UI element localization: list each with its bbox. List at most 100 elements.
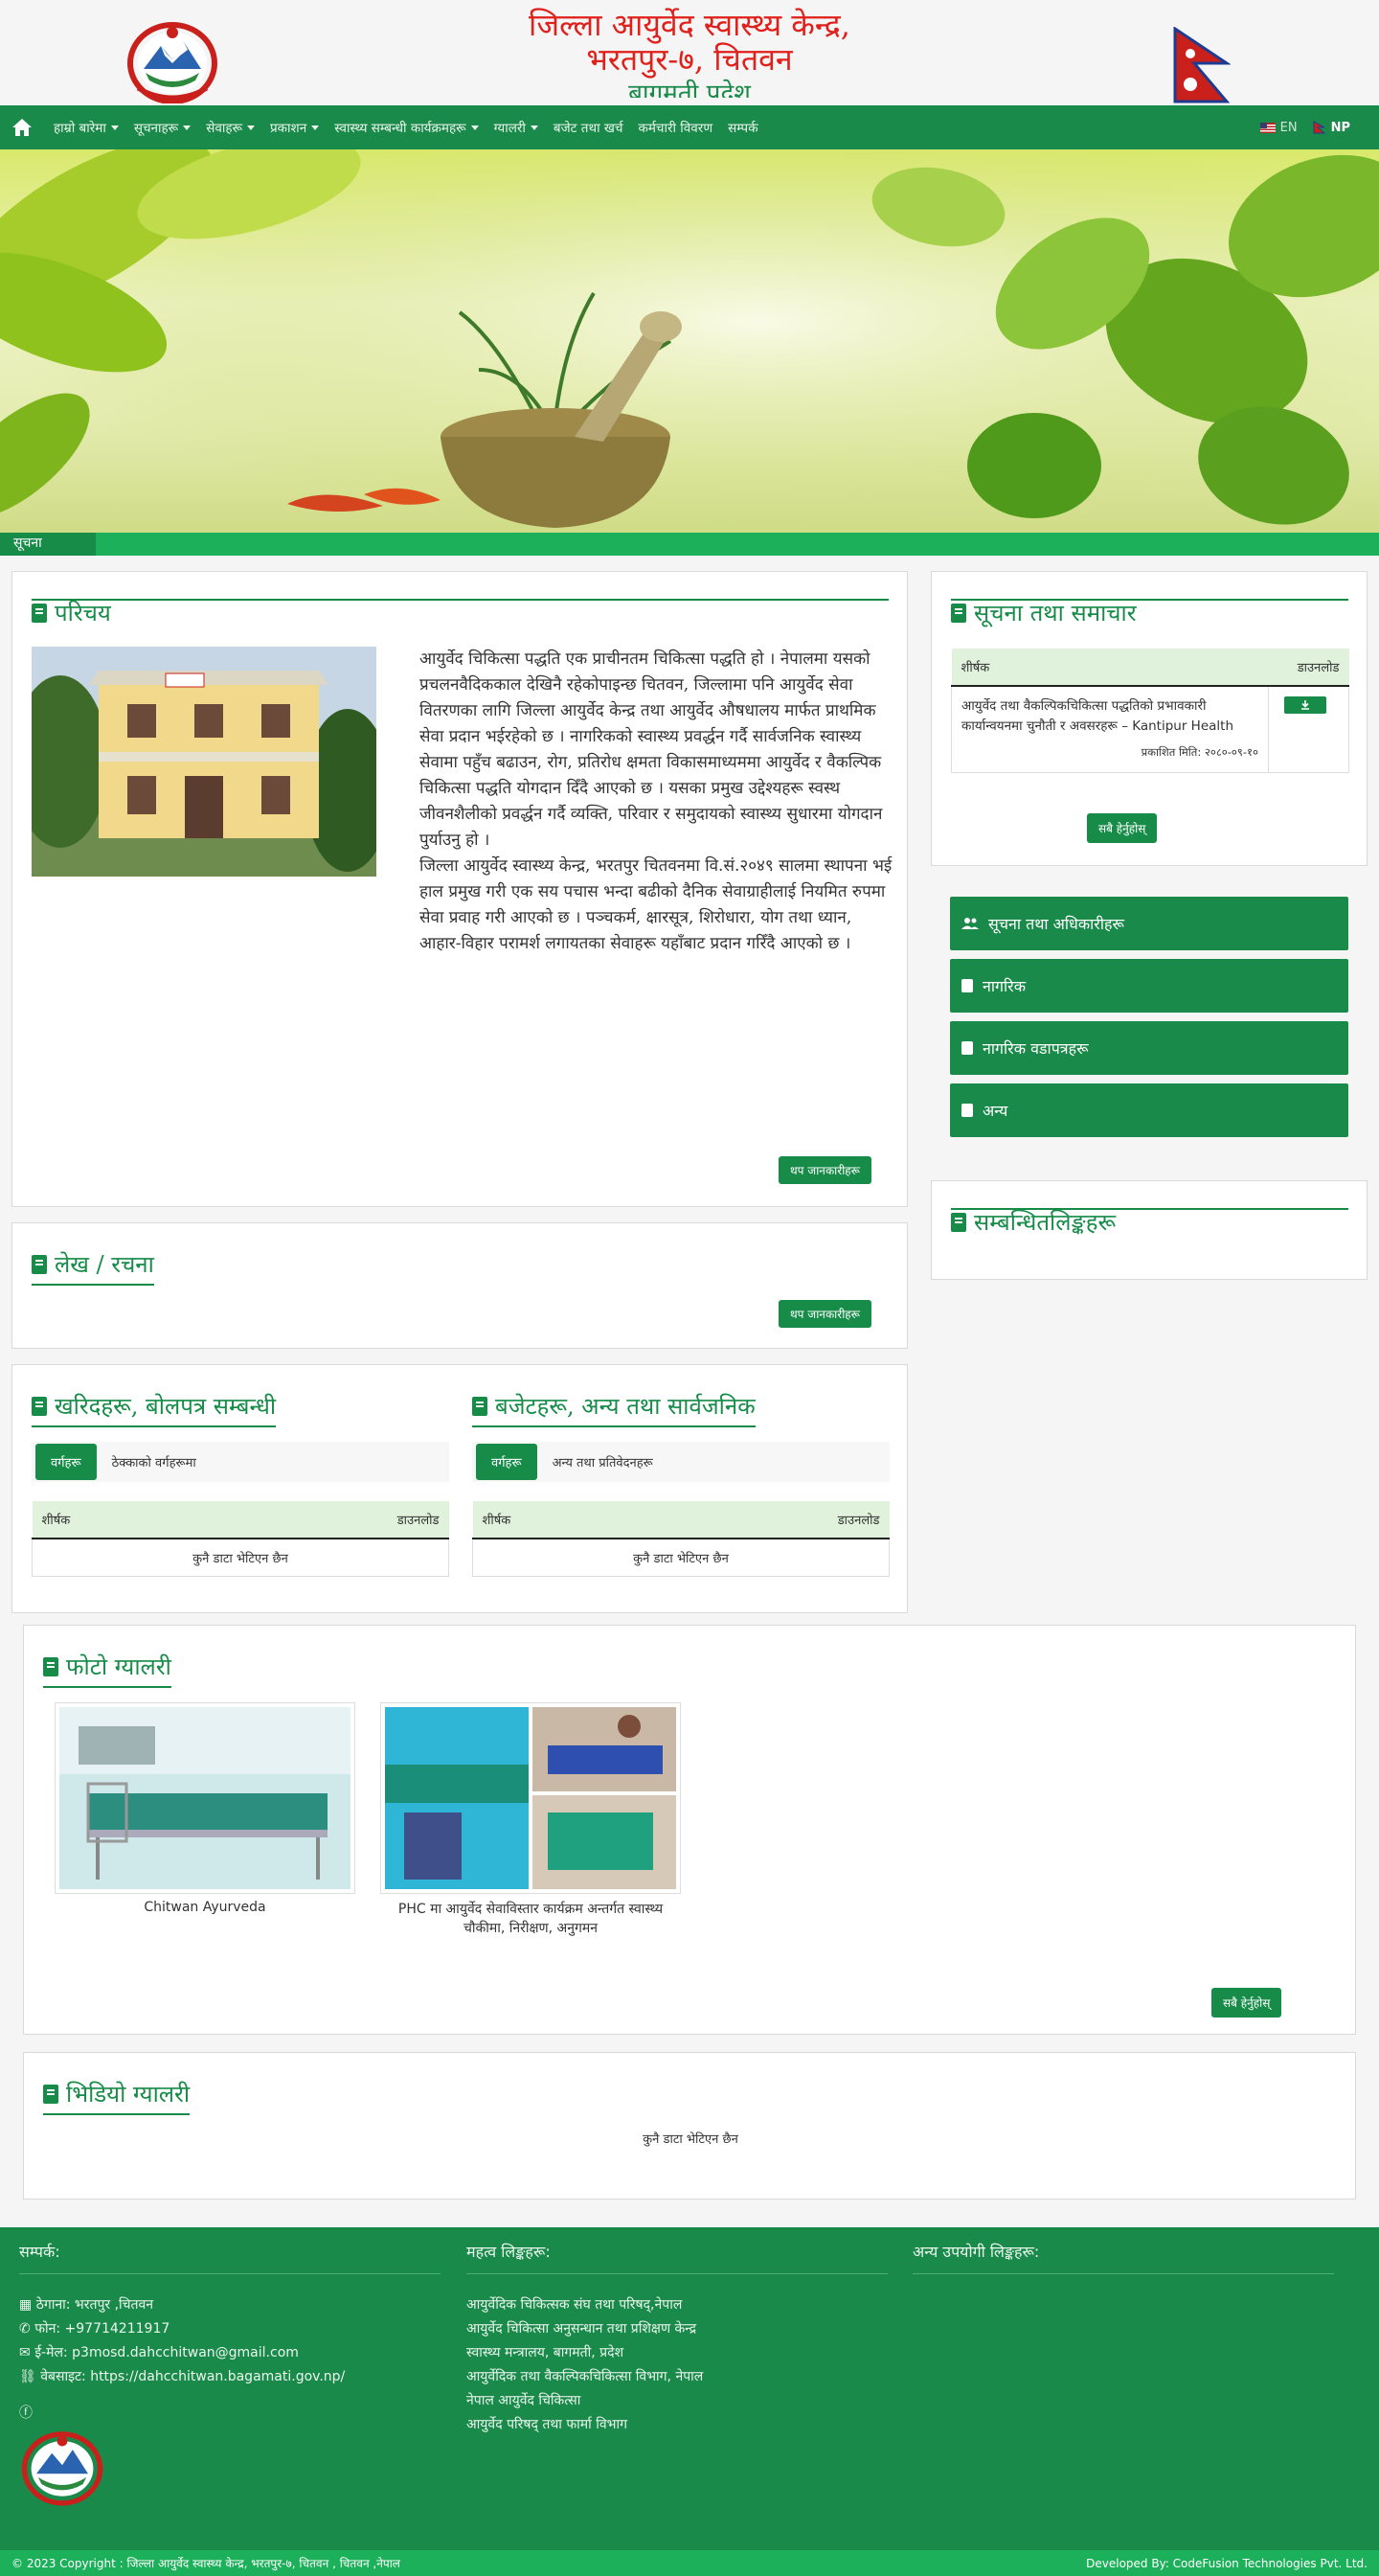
notices-card: सूचना तथा समाचार शीर्षक डाउनलोड आयुर्वेद… bbox=[931, 571, 1368, 866]
footer-contact: सम्पर्क: ▦ ठेगाना: भरतपुर ,चितवन ✆ फोन: … bbox=[19, 2241, 441, 2510]
reports-col-title: शीर्षक bbox=[482, 1514, 511, 1528]
lang-en-button[interactable]: EN bbox=[1259, 121, 1298, 135]
nav-item-staff[interactable]: कर्मचारी विवरण bbox=[630, 119, 720, 136]
envelope-icon: ✉ bbox=[19, 2345, 31, 2360]
reports-title-text: बजेटहरू, अन्य तथा सार्वजनिक bbox=[495, 1393, 756, 1420]
side-link-label: सूचना तथा अधिकारीहरू bbox=[988, 915, 1124, 933]
footer-link[interactable]: आयुर्वेद परिषद् तथा फार्मा विभाग bbox=[466, 2413, 888, 2437]
nepal-flag-small-icon bbox=[1313, 121, 1325, 134]
footer-link[interactable]: नेपाल आयुर्वेद चिकित्सा bbox=[466, 2389, 888, 2413]
footer-links: महत्व लिङ्कहरू: आयुर्वेदिक चिकित्सक संघ … bbox=[466, 2241, 888, 2437]
notice-ticker: सूचना bbox=[0, 533, 1379, 556]
footer-email[interactable]: ✉ ई-मेल: p3mosd.dahcchitwan@gmail.com bbox=[19, 2341, 441, 2365]
side-link-label: नागरिक bbox=[983, 977, 1027, 995]
side-link-citizen[interactable]: नागरिक bbox=[950, 959, 1348, 1013]
copyright-text: © 2023 Copyright : जिल्ला आयुर्वेद स्वास… bbox=[11, 2557, 400, 2570]
reports-category-button[interactable]: वर्गहरू bbox=[476, 1444, 537, 1480]
related-links-card: सम्बन्धितलिङ्कहरू bbox=[931, 1180, 1368, 1280]
side-link-officials[interactable]: सूचना तथा अधिकारीहरू bbox=[950, 897, 1348, 950]
side-link-other[interactable]: अन्य bbox=[950, 1083, 1348, 1137]
notice-row-title[interactable]: आयुर्वेद तथा वैकल्पिकचिकित्सा पद्धतिको प… bbox=[961, 696, 1258, 737]
footer-contact-title: सम्पर्क: bbox=[19, 2241, 441, 2274]
clinic-collage-photo bbox=[385, 1707, 676, 1889]
articles-title-text: लेख / रचना bbox=[55, 1251, 154, 1278]
notices-title: सूचना तथा समाचार bbox=[951, 597, 1137, 632]
footer-email-text: ई-मेल: p3mosd.dahcchitwan@gmail.com bbox=[34, 2345, 299, 2360]
developer-credit[interactable]: Developed By: CodeFusion Technologies Pv… bbox=[1086, 2557, 1368, 2570]
articles-card: लेख / रचना थप जानकारीहरू bbox=[11, 1222, 908, 1349]
gallery-photo-2[interactable] bbox=[380, 1702, 681, 1894]
nav-item-contact[interactable]: सम्पर्क bbox=[720, 119, 765, 136]
main-navbar: हाम्रो बारेमा सूचनाहरू सेवाहरू प्रकाशन स… bbox=[0, 105, 1379, 149]
nav-item-notices[interactable]: सूचनाहरू bbox=[126, 119, 198, 136]
notices-table: शीर्षक डाउनलोड आयुर्वेद तथा वैकल्पिकचिकि… bbox=[951, 649, 1349, 773]
video-gallery-card: भिडियो ग्यालरी कुनै डाटा भेटिएन छैन bbox=[23, 2052, 1356, 2200]
download-button[interactable] bbox=[1284, 696, 1326, 714]
book-icon bbox=[32, 1254, 47, 1274]
footer-links-title: महत्व लिङ्कहरू: bbox=[466, 2241, 888, 2274]
photo-gallery-card: फोटो ग्यालरी Chitwan Ayurveda PHC मा आयु… bbox=[23, 1625, 1356, 2035]
office-building-photo bbox=[32, 647, 376, 877]
footer-phone-text: फोन: +97714211917 bbox=[34, 2321, 170, 2337]
book-icon bbox=[951, 1212, 966, 1232]
site-title-line3: बागमती प्रदेश bbox=[628, 80, 751, 98]
footer-website[interactable]: ⛓ वेबसाइट: https://dahcchitwan.bagamati.… bbox=[19, 2365, 441, 2389]
about-card: परिचय आयुर्वेद चिकित्सा पद्धति एक प्राची… bbox=[11, 571, 908, 1207]
nav-item-programs[interactable]: स्वास्थ्य सम्बन्धी कार्यक्रमहरू bbox=[327, 119, 486, 136]
facebook-icon[interactable]: ⓕ bbox=[19, 2403, 441, 2422]
site-footer: सम्पर्क: ▦ ठेगाना: भरतपुर ,चितवन ✆ फोन: … bbox=[0, 2227, 1379, 2576]
book-icon bbox=[961, 1104, 973, 1117]
gallery-caption-2: PHC मा आयुर्वेद सेवाविस्तार कार्यक्रम अन… bbox=[397, 1902, 664, 1936]
footer-address: ▦ ठेगाना: भरतपुर ,चितवन bbox=[19, 2293, 441, 2317]
articles-more-button[interactable]: थप जानकारीहरू bbox=[779, 1300, 872, 1328]
main-content: परिचय आयुर्वेद चिकित्सा पद्धति एक प्राची… bbox=[0, 556, 1379, 2200]
ticker-label: सूचना bbox=[0, 533, 96, 556]
site-title-line1: जिल्ला आयुर्वेद स्वास्थ्य केन्द्र, bbox=[529, 7, 850, 43]
tenders-title: खरिदहरू, बोलपत्र सम्बन्धी bbox=[32, 1390, 277, 1427]
footer-phone: ✆ फोन: +97714211917 bbox=[19, 2317, 441, 2341]
footer-other-links: अन्य उपयोगी लिङ्कहरू: bbox=[913, 2241, 1334, 2293]
about-title-text: परिचय bbox=[55, 600, 111, 627]
notices-title-text: सूचना तथा समाचार bbox=[974, 600, 1137, 627]
table-row: आयुर्वेद तथा वैकल्पिकचिकित्सा पद्धतिको प… bbox=[951, 686, 1349, 773]
notices-col-title: शीर्षक bbox=[961, 661, 990, 675]
video-empty: कुनै डाटा भेटिएन छैन bbox=[643, 2132, 738, 2147]
related-links-title: सम्बन्धितलिङ्कहरू bbox=[951, 1206, 1116, 1242]
gallery-caption-1: Chitwan Ayurveda bbox=[144, 1900, 266, 1915]
nav-item-services[interactable]: सेवाहरू bbox=[198, 119, 262, 136]
nav-item-gallery[interactable]: ग्यालरी bbox=[486, 119, 546, 136]
download-icon bbox=[1301, 700, 1309, 710]
about-more-button[interactable]: थप जानकारीहरू bbox=[779, 1156, 872, 1184]
book-icon bbox=[32, 1396, 47, 1416]
users-icon bbox=[961, 918, 979, 929]
footer-website-text: वेबसाइट: https://dahcchitwan.bagamati.go… bbox=[40, 2369, 346, 2384]
footer-link[interactable]: आयुर्वेदिक चिकित्सक संघ तथा परिषद्,नेपाल bbox=[466, 2293, 888, 2317]
notices-more-button[interactable]: सबै हेर्नुहोस् bbox=[1087, 813, 1158, 843]
footer-link[interactable]: आयुर्वेद चिकित्सा अनुसन्धान तथा प्रशिक्ष… bbox=[466, 2317, 888, 2341]
reports-col-download: डाउनलोड bbox=[837, 1514, 880, 1528]
footer-address-text: ठेगाना: भरतपुर ,चितवन bbox=[35, 2297, 154, 2313]
gallery-more-button[interactable]: सबै हेर्नुहोस् bbox=[1211, 1988, 1282, 2017]
home-icon[interactable] bbox=[10, 115, 34, 140]
lang-np-button[interactable]: NP bbox=[1313, 121, 1350, 135]
related-links-title-text: सम्बन्धितलिङ्कहरू bbox=[974, 1209, 1117, 1236]
nav-item-budget[interactable]: बजेट तथा खर्च bbox=[546, 119, 631, 136]
footer-link[interactable]: स्वास्थ्य मन्त्रालय, बागमती, प्रदेश bbox=[466, 2341, 888, 2365]
map-icon: ▦ bbox=[19, 2297, 33, 2313]
tenders-category-label: ठेक्काको वर्गहरूमा bbox=[111, 1456, 196, 1470]
tenders-col-download: डाउनलोड bbox=[396, 1514, 440, 1528]
nav-item-publications[interactable]: प्रकाशन bbox=[262, 119, 327, 136]
side-link-label: नागरिक वडापत्रहरू bbox=[983, 1039, 1089, 1058]
tenders-col-title: शीर्षक bbox=[41, 1514, 71, 1528]
site-title: जिल्ला आयुर्वेद स्वास्थ्य केन्द्र, भरतपु… bbox=[287, 8, 1092, 98]
site-title-line2: भरतपुर-७, चितवन bbox=[586, 41, 793, 78]
gallery-photo-1[interactable] bbox=[55, 1702, 355, 1894]
reports-category-label: अन्य तथा प्रतिवेदनहरू bbox=[552, 1456, 653, 1470]
tenders-category-button[interactable]: वर्गहरू bbox=[35, 1444, 97, 1480]
nav-item-about[interactable]: हाम्रो बारेमा bbox=[46, 119, 126, 136]
copyright-bar: © 2023 Copyright : जिल्ला आयुर्वेद स्वास… bbox=[0, 2550, 1379, 2576]
footer-link[interactable]: आयुर्वेदिक तथा वैकल्पिकचिकित्सा विभाग, न… bbox=[466, 2365, 888, 2389]
book-icon bbox=[961, 1041, 973, 1055]
side-link-charter[interactable]: नागरिक वडापत्रहरू bbox=[950, 1021, 1348, 1075]
reports-empty: कुनै डाटा भेटिएन छैन bbox=[472, 1538, 890, 1577]
